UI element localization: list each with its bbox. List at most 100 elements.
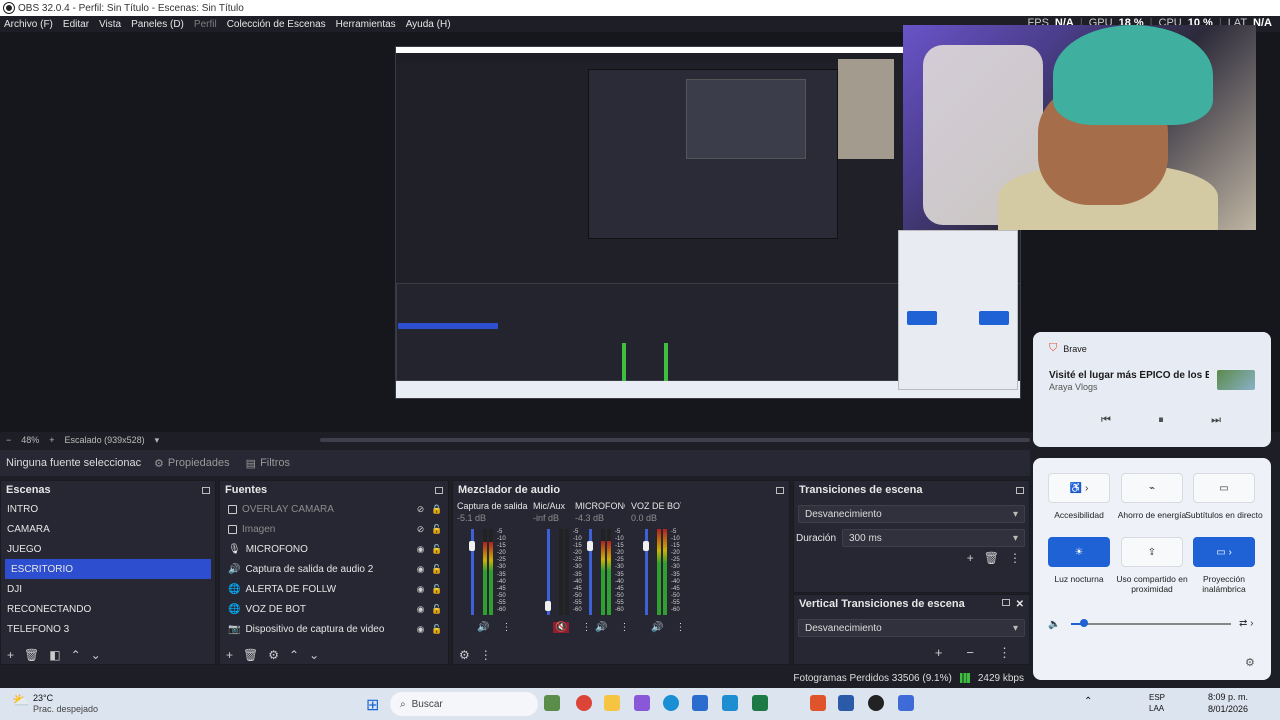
eye-icon[interactable]: ◉ — [415, 564, 426, 575]
menu-profile[interactable]: Perfil — [194, 19, 217, 30]
source-item[interactable]: 📷 Dispositivo de captura de video ◉ 🔓 — [220, 619, 448, 639]
undock-icon[interactable] — [776, 486, 784, 494]
scene-filter-icon[interactable]: ◧ — [49, 648, 60, 662]
scene-item[interactable]: RECONECTANDO — [1, 599, 215, 619]
mixer-menu-icon[interactable]: ⋮ — [480, 648, 492, 662]
speaker-icon[interactable]: 🔊 — [595, 622, 607, 633]
menu-view[interactable]: Vista — [99, 19, 121, 30]
language-code[interactable]: ESP — [1149, 693, 1165, 702]
word-icon[interactable] — [838, 695, 854, 711]
undock-icon[interactable] — [1016, 486, 1024, 494]
scene-item[interactable]: CAMARA — [1, 519, 215, 539]
night-light-tile[interactable]: ☀ — [1048, 537, 1110, 567]
remove-vertical-transition-icon[interactable]: − — [966, 645, 974, 661]
source-item[interactable]: 🌐 ALERTA DE FOLLW ◉ 🔓 — [220, 579, 448, 599]
volume-icon[interactable]: 🔈 — [1048, 619, 1060, 630]
source-item[interactable]: 🔊 Captura de salida de audio 2 ◉ 🔓 — [220, 559, 448, 579]
properties-button[interactable]: ⚙ Propiedades — [146, 452, 238, 474]
vertical-transition-menu-icon[interactable]: ⋮ — [998, 645, 1011, 661]
move-down-icon[interactable]: ⌄ — [309, 648, 319, 662]
app-icon[interactable] — [544, 695, 560, 711]
eye-icon[interactable]: ◉ — [415, 624, 426, 635]
menu-help[interactable]: Ayuda (H) — [406, 19, 451, 30]
move-up-icon[interactable]: ⌃ — [289, 648, 299, 662]
source-item[interactable]: 🌐 VOZ DE BOT ◉ 🔓 — [220, 599, 448, 619]
settings-gear-icon[interactable]: ⚙ — [1245, 656, 1255, 669]
eye-icon[interactable]: ◉ — [415, 604, 426, 615]
close-icon[interactable]: ✕ — [1016, 599, 1024, 610]
duration-spinbox[interactable]: 300 ms — [842, 529, 1025, 547]
lock-icon[interactable]: 🔒 — [431, 504, 442, 515]
copilot-icon[interactable] — [634, 695, 650, 711]
chrome-icon[interactable] — [576, 695, 592, 711]
file-explorer-icon[interactable] — [604, 695, 620, 711]
scene-item-selected[interactable]: ESCRITORIO — [5, 559, 211, 579]
eye-icon[interactable]: ◉ — [415, 584, 426, 595]
fader-knob[interactable] — [469, 541, 475, 551]
brave-icon[interactable] — [810, 695, 826, 711]
scale-dropdown-icon[interactable]: ▾ — [155, 435, 160, 446]
menu-tools[interactable]: Herramientas — [336, 19, 396, 30]
lock-icon[interactable]: 🔓 — [431, 584, 442, 595]
fader-knob[interactable] — [587, 541, 593, 551]
eye-hidden-icon[interactable]: ⊘ — [415, 524, 426, 535]
lock-icon[interactable]: 🔓 — [431, 544, 442, 555]
lock-icon[interactable]: 🔓 — [431, 604, 442, 615]
move-down-icon[interactable]: ⌄ — [91, 648, 101, 662]
source-item[interactable]: Imagen ⊘ 🔓 — [220, 519, 448, 539]
accessibility-tile[interactable]: ♿ › — [1048, 473, 1110, 503]
undock-icon[interactable] — [435, 486, 443, 494]
add-transition-icon[interactable]: + — [967, 551, 974, 565]
remove-transition-icon[interactable]: 🗑 — [984, 551, 999, 565]
source-item[interactable]: OVERLAY CAMARA ⊘ 🔒 — [220, 499, 448, 519]
channel-menu-icon[interactable]: ⋮ — [501, 622, 511, 633]
pause-icon[interactable]: ⏸ — [1158, 414, 1164, 427]
scene-item[interactable]: INTRO — [1, 499, 215, 519]
speaker-icon[interactable]: 🔊 — [651, 622, 663, 633]
eye-icon[interactable]: ◉ — [415, 544, 426, 555]
add-vertical-transition-icon[interactable]: + — [935, 645, 943, 661]
source-item[interactable]: 🎙 MICROFONO ◉ 🔓 — [220, 539, 448, 559]
menu-docks[interactable]: Paneles (D) — [131, 19, 184, 30]
muted-speaker-icon[interactable]: 🔇 — [553, 622, 570, 633]
move-up-icon[interactable]: ⌃ — [71, 648, 81, 662]
weather-temp[interactable]: 23°C — [33, 693, 53, 703]
filters-button[interactable]: ▤ Filtros — [238, 452, 298, 474]
outlook-icon[interactable] — [722, 695, 738, 711]
scene-item[interactable]: JUEGO — [1, 539, 215, 559]
undock-icon[interactable] — [1001, 598, 1010, 606]
edge-icon[interactable] — [663, 695, 679, 711]
preview-horizontal-scrollbar[interactable] — [320, 438, 1030, 442]
audio-output-icon[interactable]: ⇄ › — [1239, 618, 1254, 629]
clock-time[interactable]: 8:09 p. m. — [1208, 692, 1248, 702]
advanced-audio-icon[interactable]: ⚙ — [459, 648, 470, 662]
excel-icon[interactable] — [752, 695, 768, 711]
obs-icon[interactable] — [868, 695, 884, 711]
fader-knob[interactable] — [545, 601, 551, 611]
hidden-icons-chevron-icon[interactable]: ⌃ — [1084, 696, 1092, 707]
vertical-transition-select[interactable]: Desvanecimiento — [798, 619, 1025, 637]
zoom-in-icon[interactable]: + — [49, 435, 54, 445]
zoom-out-icon[interactable]: − — [6, 435, 11, 445]
menu-file[interactable]: Archivo (F) — [4, 19, 53, 30]
calculator-icon[interactable] — [898, 695, 914, 711]
live-captions-tile[interactable]: ▭ — [1193, 473, 1255, 503]
previous-track-icon[interactable]: ⏮ — [1101, 414, 1111, 427]
remove-scene-icon[interactable]: 🗑 — [24, 648, 39, 662]
channel-menu-icon[interactable]: ⋮ — [619, 622, 629, 633]
nearby-sharing-tile[interactable]: ⇪ — [1121, 537, 1183, 567]
scene-item[interactable]: DJI — [1, 579, 215, 599]
lock-icon[interactable]: 🔓 — [431, 524, 442, 535]
scene-item[interactable]: TELEFONO 3 — [1, 619, 215, 639]
eye-hidden-icon[interactable]: ⊘ — [415, 504, 426, 515]
lock-icon[interactable]: 🔓 — [431, 624, 442, 635]
add-source-icon[interactable]: + — [226, 648, 233, 662]
lock-icon[interactable]: 🔓 — [431, 564, 442, 575]
store-icon[interactable] — [692, 695, 708, 711]
next-track-icon[interactable]: ⏭ — [1211, 414, 1221, 427]
energy-saver-tile[interactable]: ⌁ — [1121, 473, 1183, 503]
menu-scene-collection[interactable]: Colección de Escenas — [227, 19, 326, 30]
undock-icon[interactable] — [202, 486, 210, 494]
channel-menu-icon[interactable]: ⋮ — [675, 622, 685, 633]
transition-menu-icon[interactable]: ⋮ — [1009, 551, 1021, 565]
